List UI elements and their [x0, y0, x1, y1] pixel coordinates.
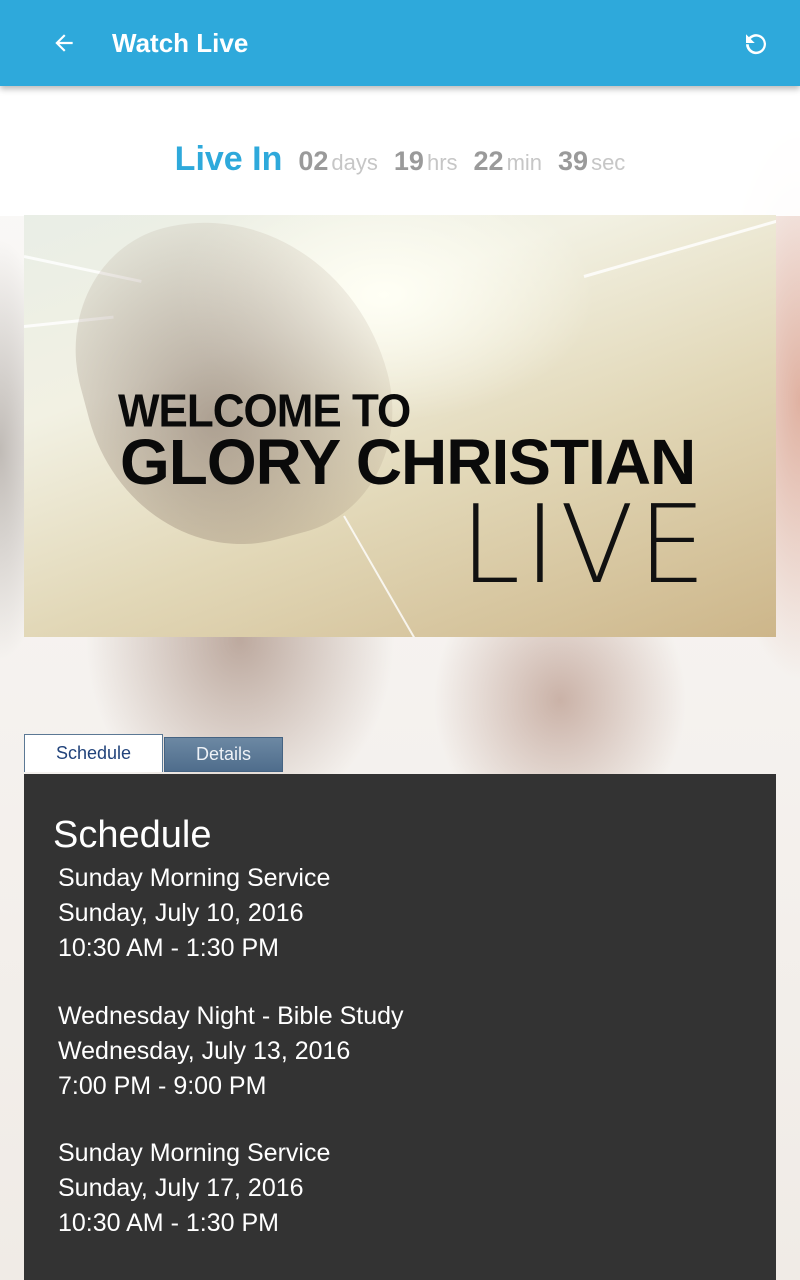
event-time: 10:30 AM - 1:30 PM	[58, 1209, 279, 1237]
banner-live-text: LIVE	[460, 483, 711, 608]
countdown-days: 02	[298, 146, 329, 176]
event-name: Sunday Morning Service	[58, 864, 331, 892]
refresh-button[interactable]	[732, 20, 780, 66]
event-date: Sunday, July 10, 2016	[58, 899, 304, 927]
live-banner-image[interactable]: WELCOME TO GLORY CHRISTIAN LIVE	[24, 215, 776, 637]
refresh-icon	[746, 34, 766, 55]
event-date: Sunday, July 17, 2016	[58, 1174, 304, 1202]
countdown-minutes: 22	[473, 146, 504, 176]
schedule-event: Sunday Morning Service Sunday, July 10, …	[58, 861, 330, 966]
app-bar: Watch Live	[0, 0, 800, 86]
event-name: Wednesday Night - Bible Study	[58, 1002, 404, 1030]
back-button[interactable]	[40, 20, 88, 66]
arrow-left-icon	[55, 34, 73, 52]
event-time: 7:00 PM - 9:00 PM	[58, 1072, 267, 1100]
countdown-minutes-unit: min	[506, 150, 543, 175]
tab-schedule[interactable]: Schedule	[24, 734, 163, 772]
countdown-hours: 19	[393, 146, 424, 176]
schedule-event: Sunday Morning Service Sunday, July 17, …	[58, 1136, 330, 1241]
countdown-seconds-unit: sec	[591, 150, 626, 175]
live-in-label: Live In	[174, 140, 283, 178]
countdown: Live In 02 days 19 hrs 22 min 39 sec	[0, 140, 800, 179]
event-time: 10:30 AM - 1:30 PM	[58, 934, 279, 962]
schedule-panel: Schedule Sunday Morning Service Sunday, …	[24, 774, 776, 1280]
event-name: Sunday Morning Service	[58, 1139, 331, 1167]
light-ray	[583, 219, 776, 278]
countdown-seconds: 39	[558, 146, 589, 176]
light-ray	[343, 515, 425, 637]
schedule-event: Wednesday Night - Bible Study Wednesday,…	[58, 999, 404, 1104]
page-title: Watch Live	[112, 28, 249, 58]
countdown-days-unit: days	[331, 150, 378, 175]
event-date: Wednesday, July 13, 2016	[58, 1037, 351, 1065]
tab-details[interactable]: Details	[164, 737, 283, 772]
schedule-heading: Schedule	[53, 814, 212, 856]
countdown-hours-unit: hrs	[426, 150, 458, 175]
